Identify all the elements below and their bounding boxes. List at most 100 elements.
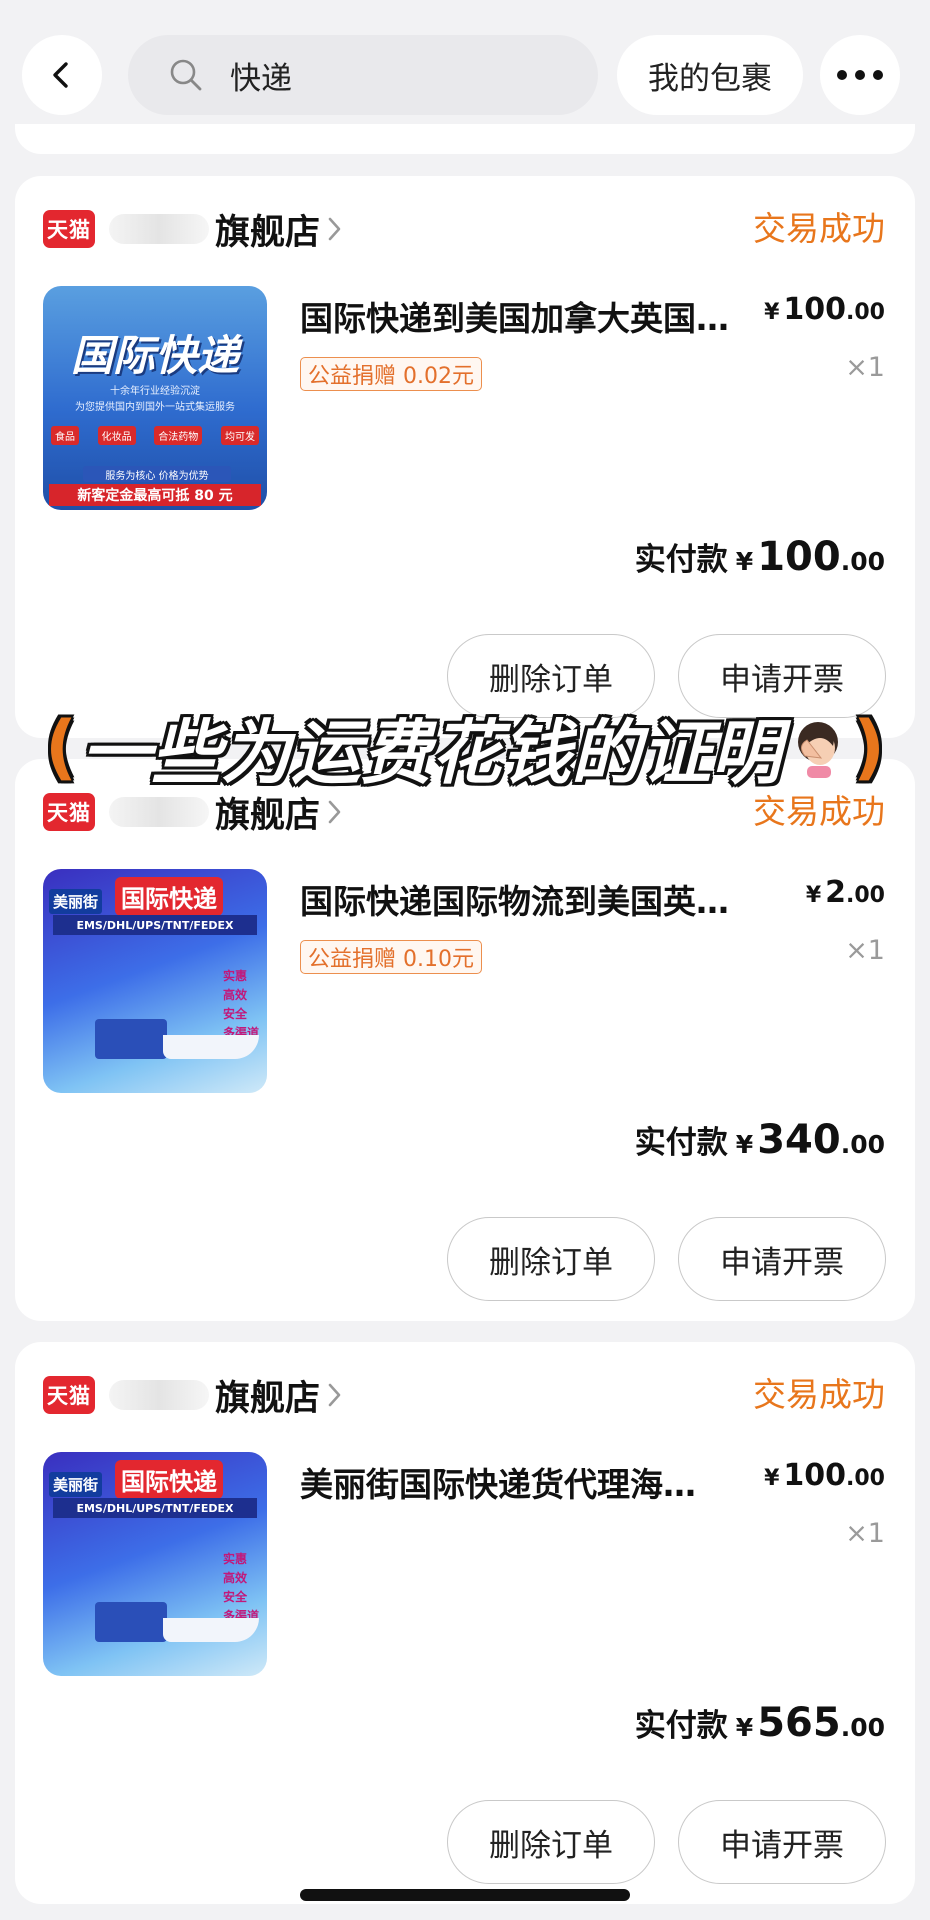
product-image-promo: 新客定金最高可抵 80 元 [49,484,261,506]
product-image-tag: 合法药物 [154,426,203,445]
tmall-badge: 天猫 [43,210,95,248]
product-image-feature: 高效 [222,1571,247,1585]
chevron-right-icon [326,215,344,243]
unit-price-decimal: .00 [846,300,885,325]
product-image-line: 为您提供国内到国外一站式集运服务 [75,402,235,413]
delete-order-button[interactable]: 删除订单 [447,1217,655,1301]
product-title[interactable]: 美丽街国际快递货代理海… [300,1458,780,1506]
unit-price-decimal: .00 [846,1466,885,1491]
amount-paid-integer: 565 [757,1700,841,1746]
product-title[interactable]: 国际快递到美国加拿大英国… [300,292,780,340]
product-image-tag: 食品 [51,426,79,445]
product-image-banner: 服务为核心 价格为优势 [83,466,231,482]
search-icon [166,55,206,95]
chevron-right-icon [326,798,344,826]
amount-paid-label: 实付款 [634,1708,728,1744]
quantity: ×1 [845,935,885,966]
product-image[interactable]: 国际快递 十余年行业经验沉淀 为您提供国内到国外一站式集运服务 食品 化妆品 合… [43,286,267,510]
ship-graphic [163,1618,259,1642]
amount-paid-label: 实付款 [634,542,728,578]
product-image-feature: 实惠 [222,1552,247,1566]
order-status: 交易成功 [753,209,885,248]
tmall-badge: 天猫 [43,1376,95,1414]
search-input[interactable]: 快递 [128,35,598,115]
amount-paid-decimal: .00 [840,1130,885,1159]
my-parcels-button[interactable]: 我的包裹 [617,35,803,115]
redacted-shop-name [109,797,209,827]
search-query: 快递 [230,60,292,97]
amount-paid: 实付款 ¥ 340 .00 [635,1117,885,1171]
request-invoice-button[interactable]: 申请开票 [678,1800,886,1884]
currency-symbol: ¥ [764,300,780,325]
unit-price: ¥ 100 .00 [764,292,885,336]
truck-graphic [95,1019,167,1059]
facepalm-emoji-icon [798,722,838,778]
product-image-tags: 食品 化妆品 合法药物 均可发 [51,426,259,445]
tmall-badge: 天猫 [43,793,95,831]
product-image-carriers: EMS/DHL/UPS/TNT/FEDEX [53,915,257,935]
unit-price-integer: 100 [783,292,847,327]
request-invoice-button[interactable]: 申请开票 [678,1217,886,1301]
product-image-tag: 化妆品 [97,426,136,445]
unit-price-decimal: .00 [846,883,885,908]
product-image-feature: 安全 [222,1590,247,1604]
product-image[interactable]: 美丽街 国际快递 EMS/DHL/UPS/TNT/FEDEX 实惠 高效 安全 … [43,1452,267,1676]
overlay-caption: ( 一些为运费花钱的证明 ) [0,702,930,794]
redacted-shop-name [109,1380,209,1410]
top-bar: 快递 我的包裹 [0,0,930,124]
redacted-shop-name [109,214,209,244]
chevron-right-icon [326,1381,344,1409]
caption-text: 一些为运费花钱的证明 [81,711,781,794]
unit-price: ¥ 2 .00 [806,875,885,919]
delete-order-button[interactable]: 删除订单 [447,1800,655,1884]
product-image-features: 实惠 高效 安全 多渠道 [223,967,259,1043]
shop-header[interactable]: 天猫 旗舰店 [43,206,344,253]
back-arrow-icon [53,62,68,88]
order-card[interactable]: 天猫 旗舰店 交易成功 美丽街 国际快递 EMS/DHL/UPS/TNT/FED… [15,759,915,1321]
amount-paid-decimal: .00 [840,1713,885,1742]
currency-symbol: ¥ [764,1466,780,1491]
currency-symbol: ¥ [735,1130,754,1159]
currency-symbol: ¥ [805,883,822,908]
shop-header[interactable]: 天猫 旗舰店 [43,1372,344,1419]
product-image-tag: 均可发 [220,426,259,445]
product-image-feature: 实惠 [222,969,247,983]
shop-name: 旗舰店 [215,212,321,253]
quantity: ×1 [845,1518,885,1549]
product-image-title: 国际快递 [70,331,239,380]
ship-graphic [163,1035,259,1059]
order-card[interactable]: 天猫 旗舰店 交易成功 国际快递 十余年行业经验沉淀 为您提供国内到国外一站式集… [15,176,915,738]
quantity: ×1 [845,352,885,383]
currency-symbol: ¥ [735,1713,754,1742]
caption-close-paren: ) [853,706,885,788]
amount-paid-label: 实付款 [634,1125,728,1161]
order-status: 交易成功 [753,1375,885,1414]
product-image-carriers: EMS/DHL/UPS/TNT/FEDEX [53,1498,257,1518]
truck-graphic [95,1602,167,1642]
product-image-title: 国际快递 [115,877,223,916]
home-indicator[interactable] [300,1889,630,1901]
amount-paid: 实付款 ¥ 100 .00 [635,534,885,588]
product-image-features: 实惠 高效 安全 多渠道 [223,1550,259,1626]
product-image-title: 国际快递 [115,1460,223,1499]
product-image-brand: 美丽街 [49,889,103,914]
product-image-brand: 美丽街 [49,1472,103,1497]
back-button[interactable] [22,35,102,115]
amount-paid: 实付款 ¥ 565 .00 [635,1700,885,1754]
amount-paid-integer: 100 [757,534,841,580]
charity-donation-tag: 公益捐赠 0.10元 [300,940,482,974]
unit-price: ¥ 100 .00 [764,1458,885,1502]
caption-open-paren: ( [45,706,77,788]
more-button[interactable] [820,35,900,115]
unit-price-integer: 2 [825,875,847,910]
product-image[interactable]: 美丽街 国际快递 EMS/DHL/UPS/TNT/FEDEX 实惠 高效 安全 … [43,869,267,1093]
product-title[interactable]: 国际快递国际物流到美国英… [300,875,780,923]
currency-symbol: ¥ [735,547,754,576]
amount-paid-integer: 340 [757,1117,841,1163]
unit-price-integer: 100 [783,1458,847,1493]
charity-donation-tag: 公益捐赠 0.02元 [300,357,482,391]
product-image-line: 十余年行业经验沉淀 [110,386,200,397]
amount-paid-decimal: .00 [840,547,885,576]
order-card[interactable]: 天猫 旗舰店 交易成功 美丽街 国际快递 EMS/DHL/UPS/TNT/FED… [15,1342,915,1904]
product-image-feature: 高效 [222,988,247,1002]
